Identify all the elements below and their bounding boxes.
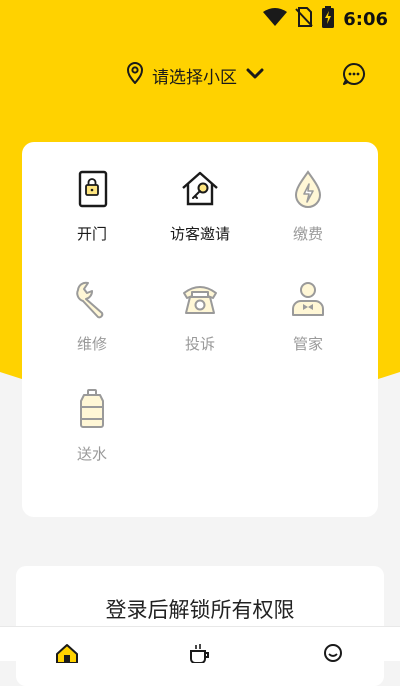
services-card: 开门 访客邀请 缴费 维修 投诉 管家 送水 xyxy=(22,142,378,517)
service-label: 投诉 xyxy=(184,335,215,353)
community-selector[interactable]: 请选择小区 xyxy=(126,62,265,88)
tab-home[interactable] xyxy=(52,643,82,664)
tab-profile[interactable] xyxy=(318,643,348,663)
telephone-icon xyxy=(178,277,222,321)
wifi-icon xyxy=(263,8,288,30)
bottom-tab-bar xyxy=(0,626,400,664)
service-butler[interactable]: 管家 xyxy=(258,277,358,354)
service-complaint[interactable]: 投诉 xyxy=(150,277,250,354)
chat-bubble-icon xyxy=(342,63,366,90)
service-label: 送水 xyxy=(76,445,107,463)
door-lock-icon xyxy=(70,167,114,211)
service-label: 缴费 xyxy=(292,225,323,243)
wrench-icon xyxy=(70,277,114,321)
header: 请选择小区 xyxy=(0,62,400,94)
battery-charging-icon xyxy=(321,6,335,32)
service-water-delivery[interactable]: 送水 xyxy=(42,387,142,464)
location-pin-icon xyxy=(126,62,144,88)
coffee-cup-icon xyxy=(188,643,212,664)
community-selector-label: 请选择小区 xyxy=(152,67,237,88)
butler-icon xyxy=(286,277,330,321)
status-bar: 6:06 xyxy=(0,0,400,34)
home-icon xyxy=(55,643,79,664)
chat-button[interactable] xyxy=(342,62,366,90)
service-open-door[interactable]: 开门 xyxy=(42,167,142,244)
service-repair[interactable]: 维修 xyxy=(42,277,142,354)
service-label: 维修 xyxy=(76,335,107,353)
service-visitor-invite[interactable]: 访客邀请 xyxy=(150,167,250,244)
water-bottle-icon xyxy=(70,387,114,431)
tab-service[interactable] xyxy=(185,643,215,664)
status-time: 6:06 xyxy=(343,8,388,30)
chevron-down-icon xyxy=(245,66,265,85)
service-label: 访客邀请 xyxy=(169,225,230,243)
house-key-icon xyxy=(178,167,222,211)
no-sim-icon xyxy=(295,7,313,31)
service-label: 管家 xyxy=(292,335,323,353)
service-payment[interactable]: 缴费 xyxy=(258,167,358,244)
service-label: 开门 xyxy=(76,225,107,243)
login-prompt-text: 登录后解锁所有权限 xyxy=(105,598,295,622)
water-drop-bolt-icon xyxy=(286,167,330,211)
smiley-icon xyxy=(323,643,343,663)
